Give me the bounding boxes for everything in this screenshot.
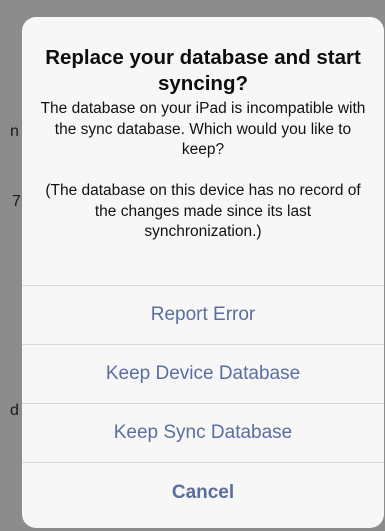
background-text-fragment: d xyxy=(10,402,19,419)
keep-sync-database-button[interactable]: Keep Sync Database xyxy=(22,404,384,463)
background-text-fragment: 7 xyxy=(12,193,21,210)
alert-message: The database on your iPad is incompatibl… xyxy=(40,100,366,240)
background-text-fragment: n xyxy=(10,123,19,140)
alert-title: Replace your database and start syncing? xyxy=(45,46,361,95)
keep-device-database-button[interactable]: Keep Device Database xyxy=(22,345,384,404)
report-error-button[interactable]: Report Error xyxy=(22,286,384,345)
alert-actions: Report Error Keep Device Database Keep S… xyxy=(22,285,384,523)
cancel-button[interactable]: Cancel xyxy=(22,463,384,523)
alert-dialog: Replace your database and start syncing?… xyxy=(22,17,384,528)
alert-header: Replace your database and start syncing?… xyxy=(22,17,384,285)
